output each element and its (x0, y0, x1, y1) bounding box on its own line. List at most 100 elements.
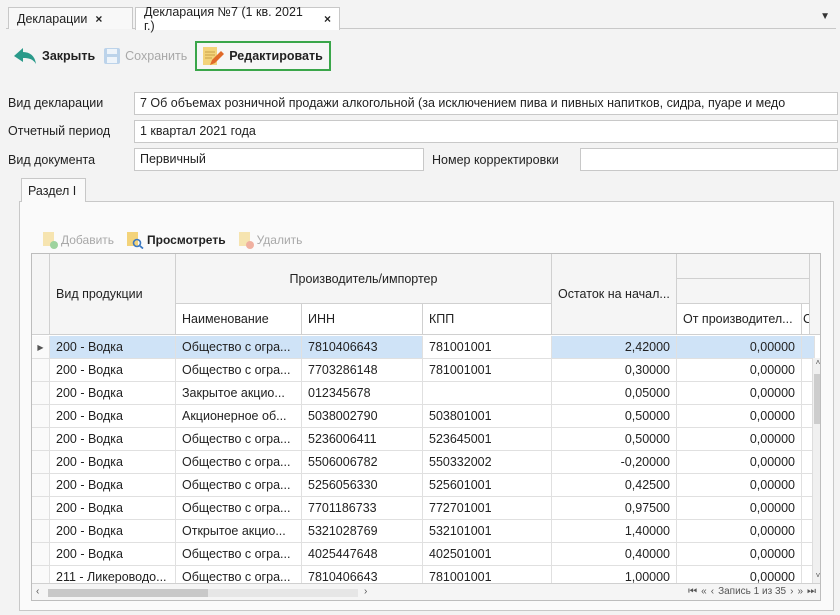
table-row[interactable]: 200 - Водка Общество с огра... 4025447648 4… (32, 543, 815, 566)
table-row[interactable]: 200 - Водка Общество с огра... 5256056330 5… (32, 474, 815, 497)
row-header[interactable] (32, 474, 50, 497)
cell-kpp[interactable]: 781001001 (423, 359, 552, 382)
cell-inn[interactable]: 5236006411 (302, 428, 423, 451)
row-header[interactable] (32, 520, 50, 543)
cell-product[interactable]: 200 - Водка (50, 382, 176, 405)
cell-name[interactable]: Акционерное об... (176, 405, 302, 428)
cell-kpp[interactable]: 525601001 (423, 474, 552, 497)
scroll-left-icon[interactable]: ‹ (36, 586, 39, 597)
table-row[interactable]: 200 - Водка Общество с огра... 7703286148 7… (32, 359, 815, 382)
cell-from-producer[interactable]: 0,00000 (677, 520, 802, 543)
cell-product[interactable]: 200 - Водка (50, 336, 176, 359)
cell-kpp[interactable] (423, 382, 552, 405)
cell-name[interactable]: Общество с огра... (176, 543, 302, 566)
cell-product[interactable]: 200 - Водка (50, 474, 176, 497)
cell-balance[interactable]: 1,40000 (552, 520, 677, 543)
table-row[interactable]: 200 - Водка Общество с огра... 5506006782 5… (32, 451, 815, 474)
cell-from-producer[interactable]: 0,00000 (677, 336, 802, 359)
prev-page-icon[interactable]: « (701, 586, 707, 597)
cell-balance[interactable]: 0,50000 (552, 428, 677, 451)
cell-from-producer[interactable]: 0,00000 (677, 359, 802, 382)
edit-button[interactable]: Редактировать (195, 41, 331, 71)
cell-name[interactable]: Закрытое акцио... (176, 382, 302, 405)
vertical-scrollbar[interactable]: ˄ ˅ (812, 358, 820, 583)
cell-balance[interactable]: 0,97500 (552, 497, 677, 520)
cell-balance[interactable]: 0,42500 (552, 474, 677, 497)
cell-product[interactable]: 200 - Водка (50, 451, 176, 474)
horizontal-scrollbar[interactable] (48, 589, 358, 597)
cell-product[interactable]: 200 - Водка (50, 405, 176, 428)
period-field[interactable]: 1 квартал 2021 года (134, 120, 838, 143)
cell-from-producer[interactable]: 0,00000 (677, 428, 802, 451)
cell-inn[interactable]: 7810406643 (302, 336, 423, 359)
close-icon[interactable]: × (95, 12, 102, 26)
cell-name[interactable]: Общество с огра... (176, 359, 302, 382)
next-record-icon[interactable]: › (790, 586, 793, 597)
tab-list-dropdown-icon[interactable]: ▼ (820, 11, 830, 22)
header-next-column[interactable]: С (802, 304, 810, 335)
add-button[interactable]: Добавить (42, 231, 114, 249)
cell-name[interactable]: Общество с огра... (176, 336, 302, 359)
cell-from-producer[interactable]: 0,00000 (677, 451, 802, 474)
cell-balance[interactable]: 0,30000 (552, 359, 677, 382)
cell-inn[interactable]: 5038002790 (302, 405, 423, 428)
cell-inn[interactable]: 5506006782 (302, 451, 423, 474)
cell-balance[interactable]: 2,42000 (552, 336, 677, 359)
cell-name[interactable]: Открытое акцио... (176, 520, 302, 543)
row-header[interactable] (32, 497, 50, 520)
close-button[interactable]: Закрыть (8, 41, 99, 71)
doc-type-field[interactable]: Первичный (134, 148, 424, 171)
header-from-producer[interactable]: От производител... (677, 304, 802, 335)
vertical-scroll-thumb[interactable] (814, 374, 820, 424)
cell-inn[interactable]: 7703286148 (302, 359, 423, 382)
close-icon[interactable]: × (324, 12, 331, 26)
cell-from-producer[interactable]: 0,00000 (677, 497, 802, 520)
cell-product[interactable]: 200 - Водка (50, 520, 176, 543)
cell-kpp[interactable]: 532101001 (423, 520, 552, 543)
cell-from-producer[interactable]: 0,00000 (677, 543, 802, 566)
cell-product[interactable]: 200 - Водка (50, 428, 176, 451)
cell-kpp[interactable]: 523645001 (423, 428, 552, 451)
row-header[interactable] (32, 382, 50, 405)
table-row[interactable]: 200 - Водка Открытое акцио... 5321028769 53… (32, 520, 815, 543)
cell-name[interactable]: Общество с огра... (176, 497, 302, 520)
view-button[interactable]: Просмотреть (126, 231, 226, 249)
cell-kpp[interactable]: 550332002 (423, 451, 552, 474)
last-record-icon[interactable]: ⏭ (807, 586, 816, 597)
cell-inn[interactable]: 7701186733 (302, 497, 423, 520)
first-record-icon[interactable]: ⏮ (688, 586, 697, 597)
cell-product[interactable]: 200 - Водка (50, 497, 176, 520)
scroll-up-icon[interactable]: ˄ (813, 358, 820, 370)
header-kpp[interactable]: КПП (423, 304, 552, 335)
cell-kpp[interactable]: 781001001 (423, 336, 552, 359)
cell-from-producer[interactable]: 0,00000 (677, 405, 802, 428)
correction-field[interactable] (580, 148, 838, 171)
horizontal-scroll-thumb[interactable] (48, 589, 208, 597)
cell-balance[interactable]: 0,05000 (552, 382, 677, 405)
row-header[interactable] (32, 405, 50, 428)
header-inn[interactable]: ИНН (302, 304, 423, 335)
cell-inn[interactable]: 012345678 (302, 382, 423, 405)
cell-inn[interactable]: 4025447648 (302, 543, 423, 566)
cell-kpp[interactable]: 503801001 (423, 405, 552, 428)
tab-declaration-7[interactable]: Декларация №7 (1 кв. 2021 г.) × (135, 5, 340, 33)
next-page-icon[interactable]: » (797, 586, 803, 597)
cell-product[interactable]: 200 - Водка (50, 359, 176, 382)
cell-from-producer[interactable]: 0,00000 (677, 474, 802, 497)
prev-record-icon[interactable]: ‹ (711, 586, 714, 597)
decl-type-field[interactable]: 7 Об объемах розничной продажи алкогольн… (134, 92, 838, 115)
scroll-down-icon[interactable]: ˅ (813, 571, 820, 583)
current-row-indicator-icon[interactable]: ▶ (32, 336, 50, 359)
cell-kpp[interactable]: 402501001 (423, 543, 552, 566)
table-row[interactable]: ▶ 200 - Водка Общество с огра... 7810406643… (32, 336, 815, 359)
scroll-right-icon[interactable]: › (364, 586, 367, 597)
cell-name[interactable]: Общество с огра... (176, 451, 302, 474)
delete-button[interactable]: Удалить (238, 231, 302, 249)
header-name[interactable]: Наименование (176, 304, 302, 335)
row-header[interactable] (32, 543, 50, 566)
cell-inn[interactable]: 5321028769 (302, 520, 423, 543)
cell-inn[interactable]: 5256056330 (302, 474, 423, 497)
header-product[interactable]: Вид продукции (50, 254, 176, 335)
table-row[interactable]: 200 - Водка Общество с огра... 7701186733 7… (32, 497, 815, 520)
cell-balance[interactable]: 0,50000 (552, 405, 677, 428)
